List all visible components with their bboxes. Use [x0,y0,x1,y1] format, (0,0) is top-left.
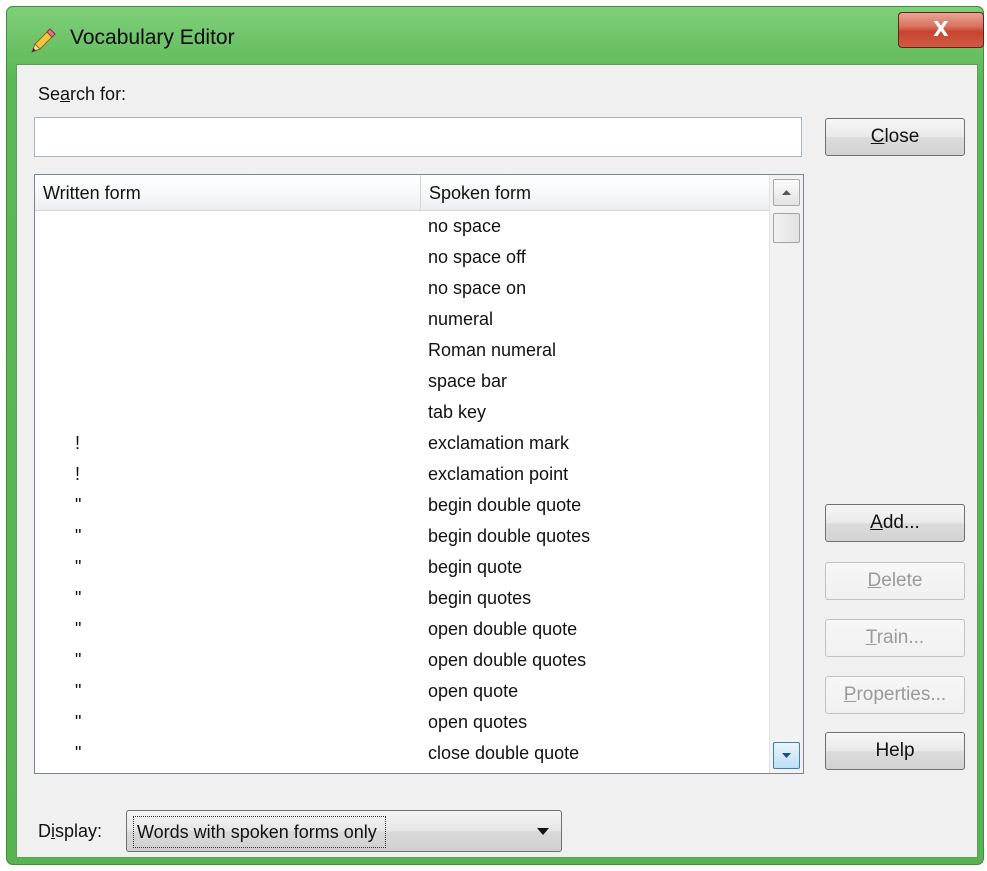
list-item[interactable]: space bar [35,366,769,397]
written-form-cell: " [75,526,82,546]
list-item[interactable]: " close double quote [35,738,769,769]
list-item[interactable]: " open quotes [35,707,769,738]
column-header-spoken-form[interactable]: Spoken form [421,175,769,211]
list-item[interactable]: tab key [35,397,769,428]
scroll-down-button[interactable] [773,742,800,769]
help-button[interactable]: Help [825,732,965,770]
written-form-cell: " [75,712,82,732]
written-form-cell: " [75,650,82,670]
spoken-form-cell: tab key [428,402,487,422]
written-form-cell: " [75,681,82,701]
written-form-cell: " [75,743,82,763]
list-item[interactable]: " begin double quote [35,490,769,521]
display-selected-value: Words with spoken forms only [133,816,386,848]
spoken-form-cell: open quote [428,681,519,701]
scroll-up-button[interactable] [773,179,800,206]
spoken-form-cell: no space [428,216,502,236]
spoken-form-cell: begin quote [428,557,523,577]
list-item[interactable]: ! exclamation mark [35,428,769,459]
written-form-cell: ! [75,433,81,453]
spoken-form-cell: exclamation point [428,464,569,484]
written-form-cell: " [75,588,82,608]
list-item[interactable]: " begin double quotes [35,521,769,552]
spoken-form-cell: space bar [428,371,508,391]
list-item[interactable]: no space off [35,242,769,273]
train-button[interactable]: Train... [825,619,965,657]
window-title: Vocabulary Editor [70,26,235,49]
spoken-form-cell: Roman numeral [428,340,557,360]
list-item[interactable]: no space on [35,273,769,304]
scroll-thumb[interactable] [773,213,800,243]
spoken-form-cell: numeral [428,309,494,329]
close-button[interactable]: Close [825,118,965,156]
list-item[interactable]: " open quote [35,676,769,707]
list-item[interactable]: " open double quotes [35,645,769,676]
written-form-cell: ! [75,464,81,484]
spoken-form-cell: open quotes [428,712,528,732]
properties-button[interactable]: Properties... [825,676,965,714]
list-item[interactable]: " open double quote [35,614,769,645]
spoken-form-cell: close double quote [428,743,580,763]
spoken-form-cell: no space on [428,278,527,298]
add-button[interactable]: Add... [825,504,965,542]
list-item[interactable]: no space [35,211,769,242]
written-form-cell: " [75,557,82,577]
close-icon[interactable]: X [898,12,984,48]
vertical-scrollbar[interactable] [769,175,803,773]
spoken-form-cell: exclamation mark [428,433,570,453]
chevron-down-icon [782,753,791,758]
pencil-icon [31,28,56,53]
column-header-written-form[interactable]: Written form [35,175,421,211]
display-label: Display: [38,821,103,841]
list-item[interactable]: numeral [35,304,769,335]
spoken-form-cell: begin quotes [428,588,532,608]
list-item[interactable]: " begin quotes [35,583,769,614]
vocabulary-list[interactable]: Written form Spoken form no space no spac… [34,174,804,774]
chevron-down-icon [537,828,549,835]
written-form-cell: " [75,495,82,515]
spoken-form-cell: open double quote [428,619,578,639]
written-form-cell: " [75,619,82,639]
spoken-form-cell: no space off [428,247,526,267]
display-dropdown[interactable]: Words with spoken forms only [126,810,562,852]
spoken-form-cell: begin double quotes [428,526,591,546]
chevron-up-icon [782,190,791,195]
search-input[interactable] [34,117,802,157]
delete-button[interactable]: Delete [825,562,965,600]
spoken-form-cell: open double quotes [428,650,587,670]
spoken-form-cell: begin double quote [428,495,582,515]
list-item[interactable]: Roman numeral [35,335,769,366]
list-item[interactable]: " begin quote [35,552,769,583]
list-item[interactable]: ! exclamation point [35,459,769,490]
search-label: Search for: [38,84,127,104]
